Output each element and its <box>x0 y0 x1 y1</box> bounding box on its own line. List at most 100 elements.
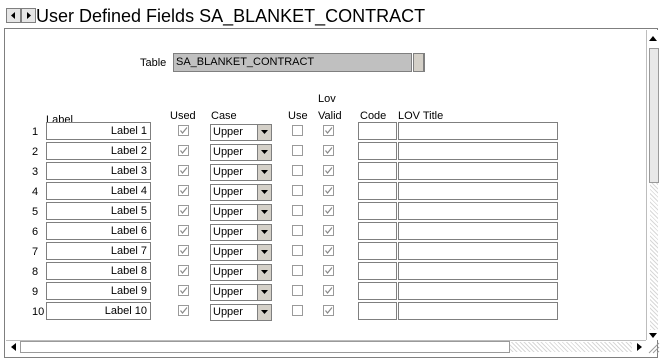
use-checkbox[interactable] <box>292 185 303 196</box>
next-record-button[interactable] <box>21 8 36 23</box>
case-dropdown-button[interactable] <box>257 205 271 220</box>
used-checkbox[interactable] <box>178 205 189 216</box>
label-field[interactable]: Label 1 <box>46 122 151 140</box>
lov-valid-checkbox[interactable] <box>323 165 334 176</box>
use-checkbox[interactable] <box>292 165 303 176</box>
table-list-button[interactable] <box>413 53 425 72</box>
code-field[interactable] <box>358 262 397 280</box>
lov-title-field[interactable] <box>398 222 558 240</box>
case-dropdown-button[interactable] <box>257 245 271 260</box>
header-case: Case <box>211 110 237 122</box>
case-select[interactable]: Upper <box>210 244 272 261</box>
lov-title-field[interactable] <box>398 242 558 260</box>
label-field[interactable]: Label 9 <box>46 282 151 300</box>
lov-title-field[interactable] <box>398 122 558 140</box>
prev-record-button[interactable] <box>6 8 21 23</box>
used-checkbox[interactable] <box>178 305 189 316</box>
resize-grip-icon[interactable] <box>646 340 660 354</box>
code-field[interactable] <box>358 142 397 160</box>
lov-valid-checkbox[interactable] <box>323 205 334 216</box>
code-field[interactable] <box>358 222 397 240</box>
used-checkbox[interactable] <box>178 285 189 296</box>
case-dropdown-button[interactable] <box>257 265 271 280</box>
lov-title-field[interactable] <box>398 282 558 300</box>
lov-title-field[interactable] <box>398 302 558 320</box>
use-checkbox[interactable] <box>292 205 303 216</box>
case-select[interactable]: Upper <box>210 264 272 281</box>
case-dropdown-button[interactable] <box>257 165 271 180</box>
chevron-down-icon <box>261 150 268 154</box>
used-checkbox[interactable] <box>178 125 189 136</box>
scroll-down-icon[interactable] <box>648 330 658 340</box>
label-field[interactable]: Label 4 <box>46 182 151 200</box>
case-dropdown-button[interactable] <box>257 145 271 160</box>
label-field[interactable]: Label 8 <box>46 262 151 280</box>
use-checkbox[interactable] <box>292 225 303 236</box>
code-field[interactable] <box>358 202 397 220</box>
lov-valid-checkbox[interactable] <box>323 145 334 156</box>
used-checkbox[interactable] <box>178 145 189 156</box>
use-checkbox[interactable] <box>292 125 303 136</box>
horizontal-scroll-thumb[interactable] <box>20 341 510 353</box>
lov-valid-checkbox[interactable] <box>323 225 334 236</box>
case-dropdown-button[interactable] <box>257 225 271 240</box>
scroll-left-icon[interactable] <box>9 342 19 352</box>
case-dropdown-button[interactable] <box>257 305 271 320</box>
label-field[interactable]: Label 10 <box>46 302 151 320</box>
code-field[interactable] <box>358 302 397 320</box>
use-checkbox[interactable] <box>292 305 303 316</box>
case-select[interactable]: Upper <box>210 224 272 241</box>
label-field[interactable]: Label 3 <box>46 162 151 180</box>
used-checkbox[interactable] <box>178 245 189 256</box>
lov-title-field[interactable] <box>398 202 558 220</box>
checkmark-icon <box>325 267 333 274</box>
use-checkbox[interactable] <box>292 265 303 276</box>
code-field[interactable] <box>358 242 397 260</box>
case-dropdown-button[interactable] <box>257 185 271 200</box>
case-select[interactable]: Upper <box>210 304 272 321</box>
lov-title-field[interactable] <box>398 162 558 180</box>
used-checkbox[interactable] <box>178 185 189 196</box>
code-field[interactable] <box>358 182 397 200</box>
checkmark-icon <box>325 147 333 154</box>
checkmark-icon <box>180 227 188 234</box>
case-select[interactable]: Upper <box>210 144 272 161</box>
code-field[interactable] <box>358 162 397 180</box>
lov-valid-checkbox[interactable] <box>323 265 334 276</box>
scroll-up-icon[interactable] <box>648 34 658 44</box>
lov-valid-checkbox[interactable] <box>323 245 334 256</box>
code-field[interactable] <box>358 282 397 300</box>
lov-valid-checkbox[interactable] <box>323 285 334 296</box>
scroll-right-icon[interactable] <box>634 342 644 352</box>
used-checkbox[interactable] <box>178 165 189 176</box>
use-checkbox[interactable] <box>292 145 303 156</box>
case-select[interactable]: Upper <box>210 204 272 221</box>
lov-valid-checkbox[interactable] <box>323 125 334 136</box>
use-checkbox[interactable] <box>292 245 303 256</box>
label-field[interactable]: Label 7 <box>46 242 151 260</box>
used-checkbox[interactable] <box>178 265 189 276</box>
label-field[interactable]: Label 5 <box>46 202 151 220</box>
used-checkbox[interactable] <box>178 225 189 236</box>
label-field[interactable]: Label 6 <box>46 222 151 240</box>
lov-title-field[interactable] <box>398 182 558 200</box>
case-select[interactable]: Upper <box>210 184 272 201</box>
vertical-scroll-thumb[interactable] <box>649 48 659 183</box>
lov-valid-checkbox[interactable] <box>323 185 334 196</box>
use-checkbox[interactable] <box>292 285 303 296</box>
row-number: 1 <box>32 126 39 138</box>
lov-title-field[interactable] <box>398 142 558 160</box>
table-field[interactable]: SA_BLANKET_CONTRACT <box>173 53 412 72</box>
case-dropdown-button[interactable] <box>257 285 271 300</box>
left-arrow-icon <box>11 12 15 19</box>
lov-title-field[interactable] <box>398 262 558 280</box>
case-select[interactable]: Upper <box>210 124 272 141</box>
case-dropdown-button[interactable] <box>257 125 271 140</box>
checkmark-icon <box>325 207 333 214</box>
case-select[interactable]: Upper <box>210 284 272 301</box>
case-select[interactable]: Upper <box>210 164 272 181</box>
code-field[interactable] <box>358 122 397 140</box>
checkmark-icon <box>325 167 333 174</box>
label-field[interactable]: Label 2 <box>46 142 151 160</box>
lov-valid-checkbox[interactable] <box>323 305 334 316</box>
